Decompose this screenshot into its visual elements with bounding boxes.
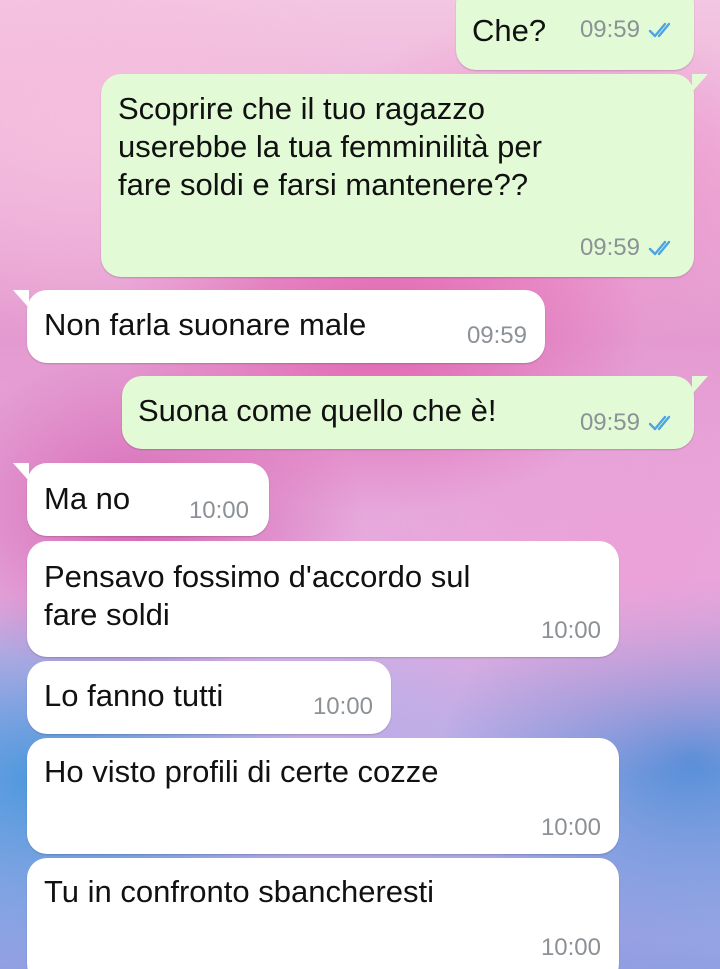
message-bubble-outgoing[interactable]: Che? 09:59 (456, 0, 694, 70)
message-bubble-incoming[interactable]: Lo fanno tutti 10:00 (27, 661, 391, 734)
message-time: 10:00 (540, 814, 601, 841)
message-bubble-incoming[interactable]: Non farla suonare male 09:59 (13, 290, 545, 363)
message-meta: 10:00 (313, 693, 373, 721)
message-time: 09:59 (579, 409, 640, 436)
double-check-read-icon (648, 415, 671, 431)
double-check-read-icon (648, 240, 671, 256)
message-meta: 09:59 (467, 322, 527, 350)
message-meta: 10:00 (189, 497, 249, 525)
message-meta: 09:59 (580, 234, 678, 262)
message-time: 09:59 (466, 322, 527, 349)
message-meta: 09:59 (580, 16, 678, 44)
message-meta: 10:00 (541, 934, 601, 962)
message-text: Non farla suonare male (44, 307, 367, 342)
message-bubble-incoming[interactable]: Tu in confronto sbancheresti 10:00 (27, 858, 619, 969)
message-text: Suona come quello che è! (138, 393, 497, 428)
message-time: 10:00 (540, 617, 601, 644)
message-text: Lo fanno tutti (44, 678, 224, 713)
message-time: 09:59 (579, 234, 640, 261)
message-bubble-incoming[interactable]: Ho visto profili di certe cozze 10:00 (27, 738, 619, 854)
message-meta: 10:00 (541, 814, 601, 842)
message-bubble-outgoing[interactable]: Suona come quello che è! 09:59 (122, 376, 708, 449)
message-text: Tu in confronto sbancheresti (44, 874, 435, 909)
message-bubble-incoming[interactable]: Pensavo fossimo d'accordo sul fare soldi… (27, 541, 619, 657)
message-text: Ho visto profili di certe cozze (44, 754, 439, 789)
message-time: 10:00 (188, 497, 249, 524)
message-time: 09:59 (579, 16, 640, 43)
message-meta: 10:00 (541, 617, 601, 645)
message-text: Che? (472, 13, 547, 48)
message-text: Pensavo fossimo d'accordo sul fare soldi (44, 559, 471, 632)
message-time: 10:00 (540, 934, 601, 961)
message-bubble-outgoing[interactable]: Scoprire che il tuo ragazzo userebbe la … (101, 74, 708, 277)
double-check-read-icon (648, 22, 671, 38)
message-text: Ma no (44, 481, 131, 516)
message-text: Scoprire che il tuo ragazzo userebbe la … (118, 91, 542, 202)
message-meta: 09:59 (580, 409, 678, 437)
message-bubble-incoming[interactable]: Ma no 10:00 (13, 463, 269, 536)
message-time: 10:00 (312, 693, 373, 720)
